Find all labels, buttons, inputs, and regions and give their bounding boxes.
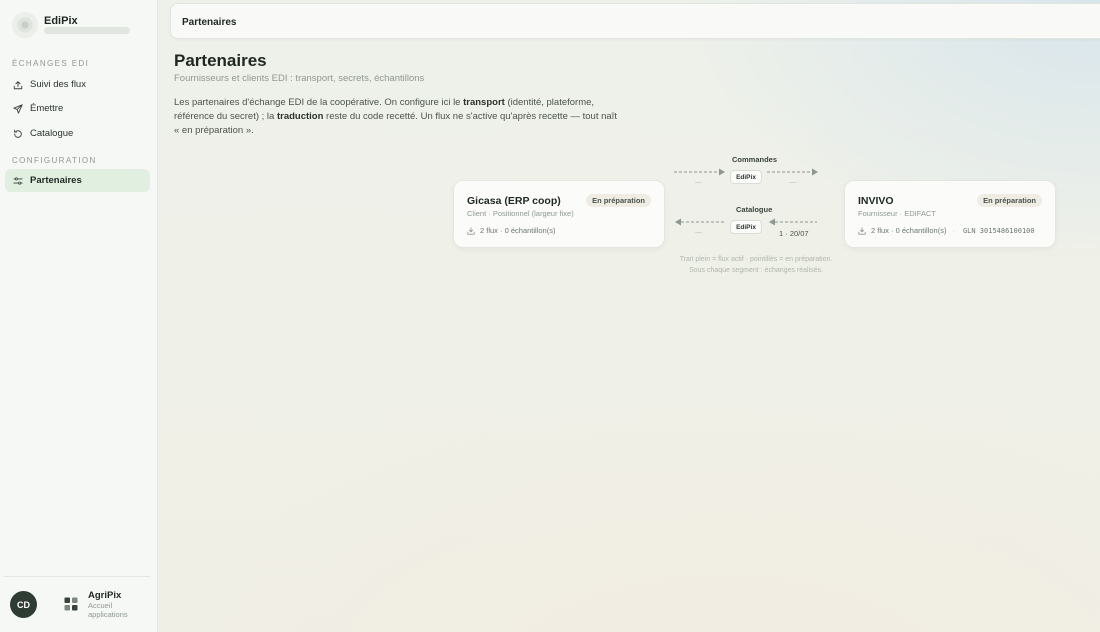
sidebar-item-label: Partenaires	[30, 175, 82, 186]
apps-grid-icon[interactable]	[64, 597, 78, 611]
send-icon	[13, 103, 23, 114]
topbar: Partenaires	[170, 3, 1100, 39]
apps-subtitle: Accueil applications	[88, 601, 128, 619]
commandes-arrowhead-left	[719, 168, 725, 176]
partner-name: Gicasa (ERP coop)	[467, 195, 561, 207]
status-badge: En préparation	[586, 194, 651, 207]
sidebar: EdiPix ÉCHANGES EDI Suivi des flux Émett…	[0, 0, 158, 632]
flow-count-catalogue-left: —	[695, 229, 702, 236]
partner-stats: 2 flux · 0 échantillon(s)	[467, 226, 555, 235]
sidebar-item-emettre[interactable]: Émettre	[5, 97, 150, 120]
breadcrumb: Partenaires	[182, 17, 237, 28]
apps-name[interactable]: AgriPix	[88, 590, 121, 601]
page-title: Partenaires	[174, 51, 267, 70]
upload-tray-icon	[13, 80, 23, 89]
section-label-echanges: ÉCHANGES EDI	[12, 59, 90, 68]
flow-count-commandes-left: —	[695, 179, 702, 186]
flow-arrows	[674, 168, 818, 226]
sidebar-item-label: Catalogue	[30, 128, 74, 139]
partner-type: Fournisseur · EDIFACT	[858, 209, 936, 218]
flow-count-commandes-right: —	[789, 179, 796, 186]
section-label-configuration: CONFIGURATION	[12, 156, 97, 165]
sidebar-item-label: Émettre	[30, 103, 64, 114]
flow-count-catalogue-right: 1 · 20/07	[779, 229, 809, 238]
brand-subtitle-placeholder	[44, 27, 130, 34]
partner-card-gicasa[interactable]: Gicasa (ERP coop) Client · Positionnel (…	[453, 180, 665, 248]
brand-name: EdiPix	[44, 15, 78, 27]
download-tray-icon	[858, 226, 866, 235]
hub-chip-catalogue[interactable]: EdiPix	[730, 220, 762, 234]
legend-line: Trait plein = flux actif · pointillés = …	[679, 256, 833, 263]
sidebar-item-catalogue[interactable]: Catalogue	[5, 122, 150, 145]
partner-stats: 2 flux · 0 échantillon(s) · GLN 30154861…	[858, 226, 1035, 235]
hub-chip-commandes[interactable]: EdiPix	[730, 170, 762, 184]
flow-label-catalogue: Catalogue	[736, 205, 773, 214]
page-subtitle: Fournisseurs et clients EDI : transport,…	[174, 73, 425, 84]
intro-bold-transport: transport	[463, 97, 505, 108]
sidebar-item-suivi-des-flux[interactable]: Suivi des flux	[5, 73, 150, 96]
sliders-icon	[13, 176, 23, 185]
sidebar-footer: CD AgriPix Accueil applications	[4, 576, 150, 632]
partner-name: INVIVO	[858, 195, 894, 207]
separator-dot: ·	[952, 226, 955, 235]
catalogue-arrowhead-right	[769, 218, 775, 226]
legend: Trait plein = flux actif · pointillés = …	[646, 254, 866, 276]
partner-gln: GLN 3015486100100	[962, 226, 1035, 235]
flow-label-commandes: Commandes	[732, 155, 778, 164]
history-icon	[14, 129, 22, 138]
avatar[interactable]: CD	[10, 591, 37, 618]
commandes-arrowhead-right	[812, 168, 818, 176]
legend-line: Sous chaque segment : échanges réalisés.	[689, 267, 823, 274]
main-content: Partenaires Partenaires Fournisseurs et …	[159, 0, 1100, 632]
partner-type: Client · Positionnel (largeur fixe)	[467, 209, 574, 218]
intro-bold-traduction: traduction	[276, 111, 324, 122]
brand-logo-icon	[12, 12, 38, 38]
intro-text: Les partenaires d'échange EDI de la coop…	[174, 97, 617, 136]
partner-card-invivo[interactable]: INVIVO Fournisseur · EDIFACT En préparat…	[844, 180, 1056, 248]
catalogue-arrowhead-left	[675, 218, 681, 226]
sidebar-item-partenaires[interactable]: Partenaires	[5, 169, 150, 192]
sidebar-item-label: Suivi des flux	[30, 79, 86, 90]
status-badge: En préparation	[977, 194, 1042, 207]
download-tray-icon	[467, 226, 475, 235]
